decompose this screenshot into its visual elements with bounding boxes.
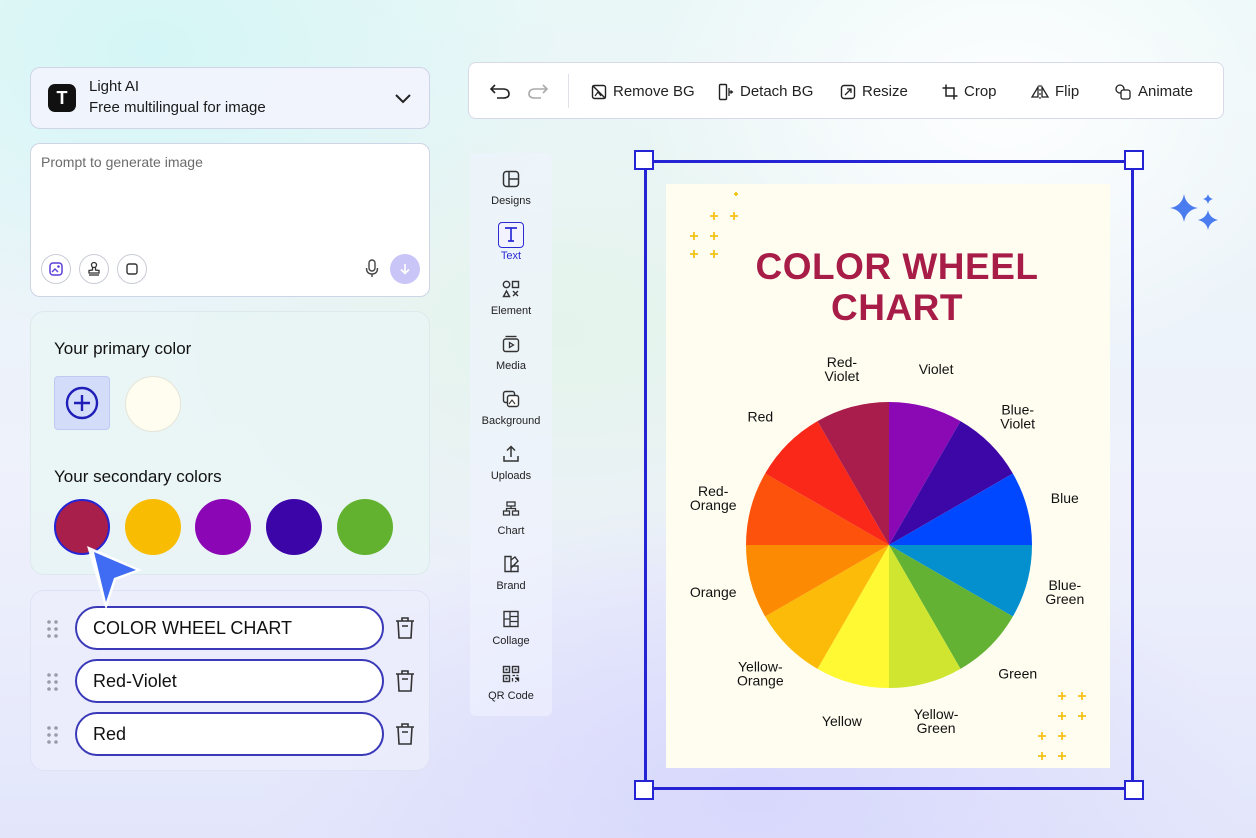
image-reference-button[interactable]: [41, 254, 71, 284]
model-name: Light AI: [89, 78, 140, 95]
drag-handle-icon[interactable]: [46, 725, 60, 745]
sidebar-item-text[interactable]: Text: [470, 208, 552, 263]
trash-icon[interactable]: [394, 722, 416, 746]
brand-icon: [504, 555, 519, 573]
redo-icon[interactable]: [527, 81, 549, 101]
flip-button[interactable]: Flip: [1031, 63, 1079, 120]
animate-button[interactable]: Animate: [1114, 63, 1193, 120]
sidebar-item-label: Text: [500, 250, 522, 262]
stamp-icon: [88, 261, 100, 276]
flip-label: Flip: [1055, 83, 1080, 100]
secondary-color-swatch[interactable]: [337, 499, 393, 555]
sidebar-item-chart[interactable]: Chart: [470, 483, 552, 538]
add-color-button[interactable]: [54, 376, 110, 430]
crop-icon: [942, 84, 958, 99]
sidebar-item-uploads[interactable]: Uploads: [470, 428, 552, 483]
layout-icon: [502, 170, 520, 188]
crop-label: Crop: [964, 83, 997, 100]
sidebar-item-label: Background: [481, 415, 541, 427]
image-toolbar: Remove BG Detach BG Resize Crop Flip Ani…: [468, 62, 1224, 119]
model-selector[interactable]: T Light AI Free multilingual for image: [30, 67, 430, 129]
resize-icon: [840, 84, 856, 99]
generate-button[interactable]: [390, 254, 420, 284]
model-logo: T: [48, 84, 76, 112]
sidebar-item-label: Collage: [492, 635, 530, 647]
sidebar-item-label: Designs: [491, 195, 531, 207]
resize-handle[interactable]: [634, 780, 654, 800]
animate-label: Animate: [1138, 83, 1194, 100]
sidebar-item-label: Element: [490, 305, 532, 317]
crop-button[interactable]: Crop: [942, 63, 997, 120]
sidebar-item-background[interactable]: Background: [470, 373, 552, 428]
shapes-icon: [502, 280, 520, 298]
selection-frame: [634, 150, 1144, 800]
detach-bg-button[interactable]: Detach BG: [718, 63, 813, 120]
sparkle-icon: [1170, 194, 1218, 230]
animate-icon: [1115, 83, 1131, 100]
undo-icon[interactable]: [489, 81, 511, 101]
detach-bg-label: Detach BG: [740, 83, 814, 100]
remove-bg-label: Remove BG: [613, 83, 695, 100]
image-magic-icon: [49, 262, 63, 276]
sidebar-item-label: QR Code: [488, 690, 534, 702]
sidebar-item-brand[interactable]: Brand: [470, 538, 552, 593]
drag-handle-icon[interactable]: [46, 672, 60, 692]
text-layer-input[interactable]: [75, 659, 384, 703]
secondary-color-swatch[interactable]: [266, 499, 322, 555]
text-layer-input[interactable]: [75, 712, 384, 756]
sidebar-item-label: Media: [496, 360, 526, 372]
mouse-cursor-icon: [87, 546, 142, 610]
primary-color-swatch[interactable]: [125, 376, 181, 432]
aspect-ratio-button[interactable]: [117, 254, 147, 284]
upload-icon: [503, 445, 519, 462]
sidebar-item-label: Uploads: [490, 470, 532, 482]
chart-icon: [502, 501, 520, 516]
sidebar-item-designs[interactable]: Designs: [470, 153, 552, 208]
trash-icon[interactable]: [394, 616, 416, 640]
drag-handle-icon[interactable]: [46, 619, 60, 639]
remove-bg-button[interactable]: Remove BG: [591, 63, 695, 120]
text-icon: [505, 227, 517, 242]
resize-handle[interactable]: [1124, 150, 1144, 170]
text-layer-row: [31, 659, 431, 703]
resize-handle[interactable]: [634, 150, 654, 170]
background-icon: [502, 390, 520, 408]
secondary-color-swatch[interactable]: [195, 499, 251, 555]
tool-sidebar: Designs Text Element Media Background Up…: [470, 153, 552, 716]
square-icon: [126, 263, 138, 275]
secondary-colors-heading: Your secondary colors: [54, 467, 222, 486]
sidebar-item-collage[interactable]: Collage: [470, 593, 552, 648]
primary-color-heading: Your primary color: [54, 339, 192, 358]
remove-background-icon: [591, 84, 607, 99]
resize-button[interactable]: Resize: [840, 63, 908, 120]
resize-handle[interactable]: [1124, 780, 1144, 800]
style-button[interactable]: [79, 254, 109, 284]
prompt-input[interactable]: [41, 154, 419, 234]
model-description: Free multilingual for image: [89, 99, 266, 116]
resize-label: Resize: [862, 83, 908, 100]
sidebar-item-label: Chart: [497, 525, 525, 537]
sidebar-item-element[interactable]: Element: [470, 263, 552, 318]
sidebar-item-qr-code[interactable]: QR Code: [470, 648, 552, 703]
arrow-down-icon: [400, 264, 410, 275]
microphone-icon[interactable]: [365, 259, 379, 279]
plus-circle-icon: [65, 386, 99, 420]
qr-code-icon: [502, 665, 520, 683]
toolbar-divider: [568, 74, 569, 108]
media-icon: [502, 335, 520, 353]
detach-background-icon: [718, 83, 734, 100]
flip-icon: [1031, 84, 1049, 99]
color-panel: Your primary color Your secondary colors: [30, 311, 430, 575]
trash-icon[interactable]: [394, 669, 416, 693]
prompt-box: [30, 143, 430, 297]
sidebar-item-media[interactable]: Media: [470, 318, 552, 373]
sidebar-item-label: Brand: [496, 580, 526, 592]
chevron-down-icon[interactable]: [393, 88, 413, 108]
text-layer-row: [31, 712, 431, 756]
collage-icon: [503, 610, 519, 628]
